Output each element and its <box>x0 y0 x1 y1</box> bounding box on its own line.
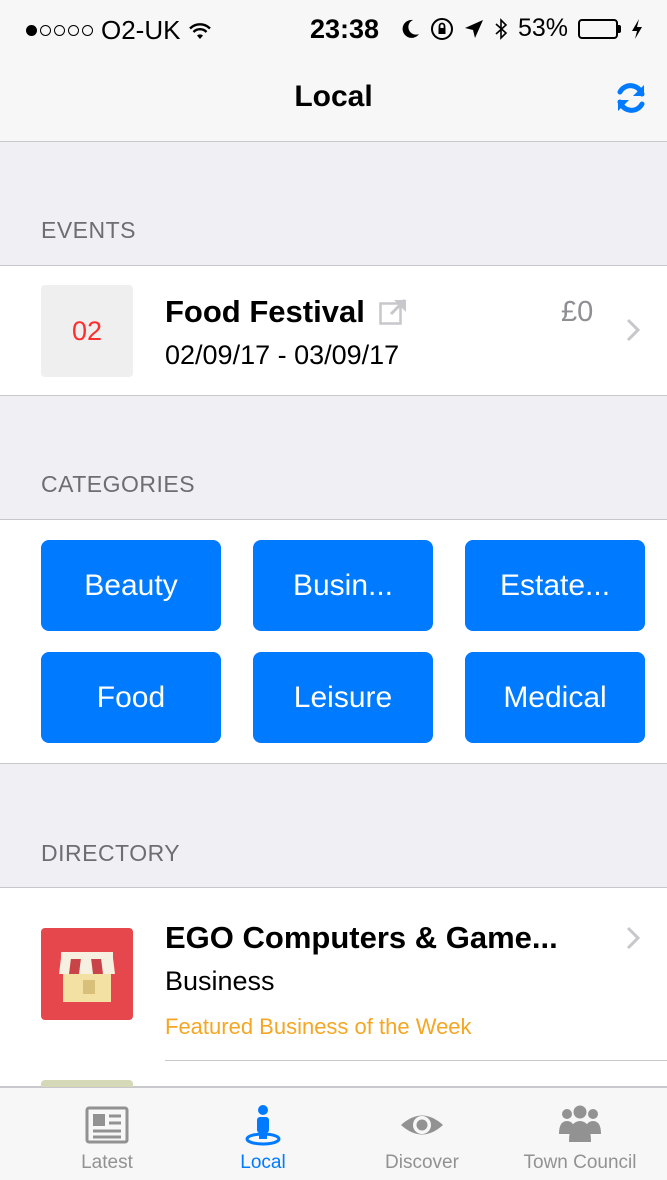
signal-strength-icon <box>26 25 93 36</box>
event-title-text: Food Festival <box>165 294 365 329</box>
categories-section-header: CATEGORIES <box>41 471 196 497</box>
external-link-icon <box>379 299 406 325</box>
category-button-beauty[interactable]: Beauty <box>41 540 221 631</box>
tab-label: Latest <box>81 1152 133 1173</box>
battery-icon <box>578 18 622 39</box>
directory-item-title: EGO Computers & Game... <box>165 920 558 955</box>
chevron-right-icon <box>626 926 640 950</box>
category-button-business[interactable]: Busin... <box>253 540 433 631</box>
eye-icon <box>401 1115 443 1135</box>
wifi-icon <box>189 22 212 39</box>
chevron-right-icon <box>626 318 640 342</box>
directory-list: EGO Computers & Game... Business Feature… <box>0 887 667 1090</box>
category-button-estate[interactable]: Estate... <box>465 540 645 631</box>
bluetooth-icon <box>495 17 508 40</box>
tab-label: Discover <box>385 1152 459 1173</box>
event-price: £0 <box>561 296 594 328</box>
status-left: O2-UK <box>26 15 212 46</box>
status-right: 53% <box>400 14 643 43</box>
categories-panel: Beauty Busin... Estate... Food Leisure M… <box>0 519 667 764</box>
status-time: 23:38 <box>310 14 380 44</box>
tab-label: Local <box>240 1152 286 1173</box>
tab-local[interactable]: Local <box>183 1088 343 1180</box>
category-button-medical[interactable]: Medical <box>465 652 645 743</box>
tab-label: Town Council <box>523 1152 637 1173</box>
event-title: Food Festival <box>165 294 407 330</box>
tab-latest[interactable]: Latest <box>27 1088 187 1180</box>
rotation-lock-icon <box>431 17 453 40</box>
category-button-leisure[interactable]: Leisure <box>253 652 433 743</box>
group-icon <box>559 1105 601 1142</box>
battery-percent: 53% <box>518 14 569 42</box>
event-date-badge: 02 <box>41 285 133 377</box>
location-arrow-icon <box>465 19 483 38</box>
tab-bar: Latest Local Discover Town Council <box>0 1087 667 1180</box>
tab-discover[interactable]: Discover <box>342 1088 502 1180</box>
page-title: Local <box>294 80 373 113</box>
navigation-bar: Local <box>0 58 667 142</box>
featured-badge: Featured Business of the Week <box>165 1014 472 1039</box>
carrier-name: O2-UK <box>101 15 181 45</box>
shop-icon <box>41 928 133 1020</box>
tab-town-council[interactable]: Town Council <box>500 1088 660 1180</box>
directory-section-header: DIRECTORY <box>41 840 181 866</box>
directory-row[interactable]: EGO Computers & Game... Business Feature… <box>0 888 667 1060</box>
refresh-icon[interactable] <box>613 80 649 116</box>
row-divider <box>165 1060 667 1061</box>
category-button-food[interactable]: Food <box>41 652 221 743</box>
directory-item-category: Business <box>165 966 275 996</box>
status-bar: O2-UK 23:38 53% <box>0 0 667 58</box>
person-pin-icon <box>245 1105 281 1146</box>
events-section-header: EVENTS <box>41 217 137 243</box>
event-row[interactable]: 02 Food Festival 02/09/17 - 03/09/17 £0 <box>0 265 667 396</box>
charging-icon <box>632 18 643 39</box>
moon-icon <box>402 19 419 38</box>
newspaper-icon <box>85 1106 129 1144</box>
event-dates: 02/09/17 - 03/09/17 <box>165 340 400 370</box>
